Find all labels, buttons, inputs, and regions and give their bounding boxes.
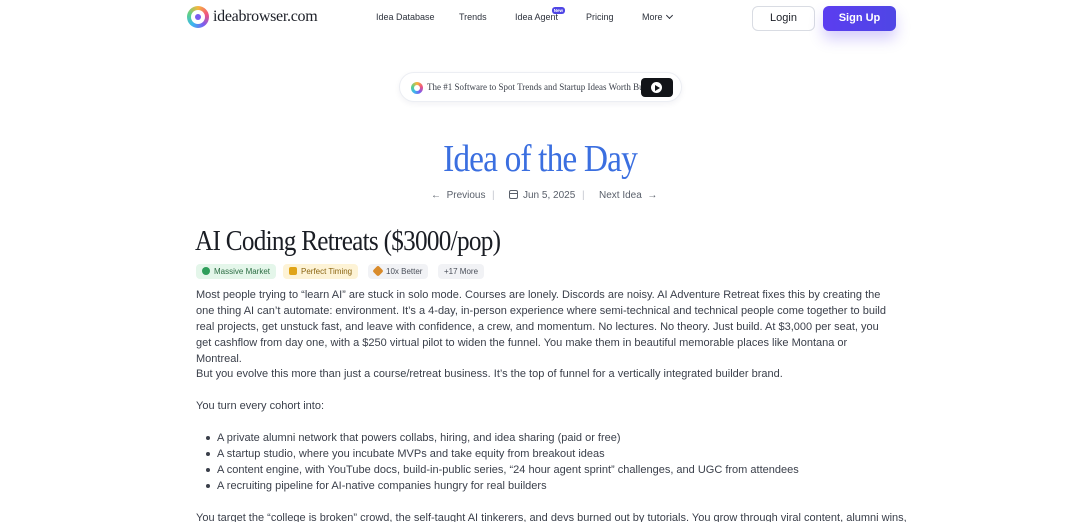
- description-paragraph: You target the “college is broken” crowd…: [196, 512, 907, 522]
- nav-trends[interactable]: Trends: [459, 12, 487, 22]
- previous-idea-link[interactable]: ← Previous: [431, 190, 485, 201]
- tag-more[interactable]: +17 More: [438, 264, 485, 279]
- tag-label: Massive Market: [214, 267, 271, 276]
- play-video-button[interactable]: [641, 78, 673, 97]
- description-paragraph: You turn every cohort into:: [196, 400, 325, 412]
- description-paragraph: Most people trying to “learn AI” are stu…: [196, 289, 886, 365]
- login-button[interactable]: Login: [752, 6, 815, 31]
- calendar-icon: [509, 190, 518, 199]
- arrow-right-icon: →: [647, 190, 658, 201]
- arrow-left-icon: ←: [431, 190, 441, 201]
- next-idea-link[interactable]: Next Idea →: [599, 190, 657, 201]
- nav-idea-database[interactable]: Idea Database: [376, 12, 435, 22]
- nav-more[interactable]: More: [642, 11, 673, 22]
- cohort-benefits-list: A private alumni network that powers col…: [206, 430, 897, 494]
- previous-label: Previous: [446, 190, 486, 201]
- chevron-down-icon: [665, 11, 673, 20]
- rocket-icon: [372, 265, 384, 277]
- date-navigation: ← Previous | Jun 5, 2025 | Next Idea →: [0, 190, 1080, 204]
- list-item: A startup studio, where you incubate MVP…: [206, 446, 897, 462]
- globe-icon: [202, 267, 210, 275]
- tag-massive-market[interactable]: Massive Market: [196, 264, 277, 279]
- list-item: A recruiting pipeline for AI-native comp…: [206, 478, 897, 494]
- signup-button[interactable]: Sign Up: [823, 6, 896, 31]
- idea-title: AI Coding Retreats ($3000/pop): [195, 226, 501, 257]
- nav-idea-agent-label: Idea Agent: [515, 12, 559, 22]
- tag-label: Perfect Timing: [301, 267, 353, 276]
- tag-perfect-timing[interactable]: Perfect Timing: [283, 264, 359, 279]
- site-header: ideabrowser.com Idea Database Trends Ide…: [0, 0, 1080, 36]
- promo-pill[interactable]: The #1 Software to Spot Trends and Start…: [399, 72, 682, 102]
- tag-label: 10x Better: [386, 267, 423, 276]
- promo-text: The #1 Software to Spot Trends and Start…: [427, 82, 667, 92]
- logo-icon: [411, 82, 423, 94]
- date-picker[interactable]: Jun 5, 2025: [509, 190, 575, 201]
- list-item: A private alumni network that powers col…: [206, 430, 897, 446]
- divider: |: [492, 190, 495, 201]
- current-date: Jun 5, 2025: [523, 190, 576, 201]
- main-nav: Idea Database Trends Idea Agent New Pric…: [0, 7, 1080, 26]
- description-paragraph: But you evolve this more than just a cou…: [196, 368, 783, 380]
- nav-idea-agent[interactable]: Idea Agent New: [515, 7, 566, 22]
- nav-pricing[interactable]: Pricing: [586, 12, 614, 22]
- next-label: Next Idea: [599, 190, 642, 201]
- new-badge: New: [551, 7, 566, 14]
- divider: |: [582, 190, 585, 201]
- nav-more-label: More: [642, 12, 663, 22]
- page-title: Idea of the Day: [443, 138, 638, 180]
- hourglass-icon: [289, 267, 297, 275]
- list-item: A content engine, with YouTube docs, bui…: [206, 462, 897, 478]
- tag-10x-better[interactable]: 10x Better: [368, 264, 429, 279]
